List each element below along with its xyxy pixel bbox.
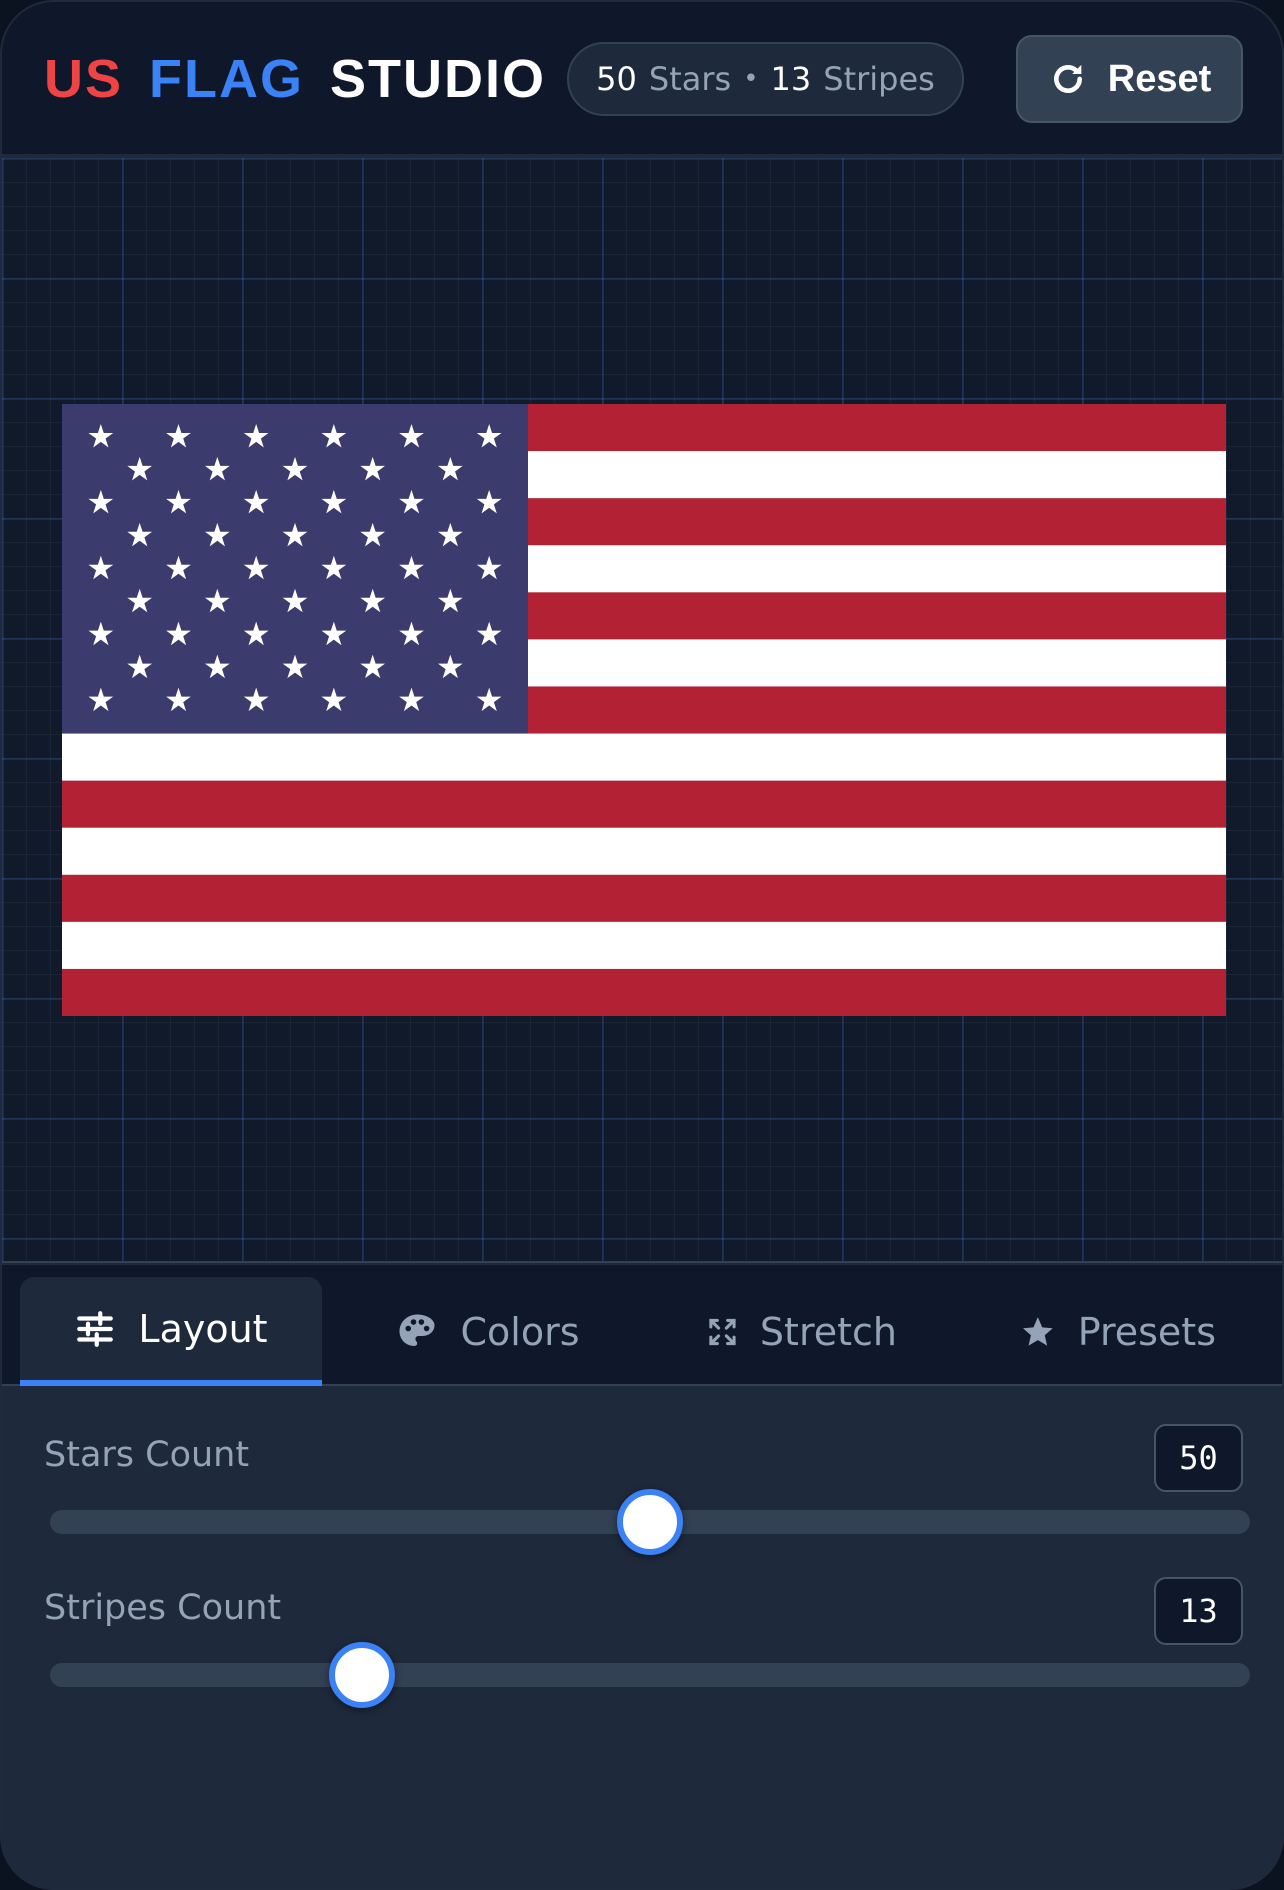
tab-layout[interactable]: Layout: [20, 1277, 322, 1386]
flag-stripe: [62, 780, 1226, 829]
reset-label: Reset: [1107, 57, 1212, 100]
stripes-slider-thumb[interactable]: [329, 1642, 395, 1708]
tab-bar: Layout Colors Stretch Presets: [2, 1265, 1282, 1386]
flag-stripe: [62, 827, 1226, 876]
stars-count-slider[interactable]: [50, 1489, 1250, 1555]
app-title: US FLAG STUDIO: [44, 44, 546, 114]
title-word-studio: STUDIO: [330, 49, 547, 109]
stripes-stat-label: Stripes: [823, 60, 935, 98]
stats-separator: •: [743, 64, 759, 94]
reset-button[interactable]: Reset: [1016, 35, 1243, 123]
title-word-us: US: [44, 49, 124, 109]
tab-stretch-label: Stretch: [759, 1309, 897, 1354]
app-window: US FLAG STUDIO 50 Stars • 13 Stripes Res…: [0, 0, 1284, 1890]
flag-stripe: [62, 921, 1226, 970]
stars-stat-value: 50: [596, 60, 637, 98]
tab-presets[interactable]: Presets: [1020, 1277, 1216, 1386]
header: US FLAG STUDIO 50 Stars • 13 Stripes Res…: [2, 2, 1282, 156]
tab-layout-label: Layout: [138, 1306, 268, 1351]
flag-stripe: [62, 733, 1226, 782]
stripes-stat-value: 13: [770, 60, 812, 98]
stars-count-value[interactable]: 50: [1154, 1424, 1243, 1492]
refresh-icon: [1053, 64, 1082, 93]
palette-icon: [399, 1314, 435, 1346]
expand-icon: [709, 1318, 736, 1345]
flag-stripe: [62, 968, 1226, 1016]
stripes-count-value[interactable]: 13: [1154, 1577, 1243, 1645]
tab-colors[interactable]: Colors: [394, 1277, 582, 1386]
stripes-count-slider[interactable]: [50, 1642, 1250, 1708]
sliders-icon: [77, 1310, 114, 1347]
stars-stat-label: Stars: [648, 60, 732, 98]
stars-slider-thumb[interactable]: [617, 1489, 683, 1555]
stars-count-label: Stars Count: [44, 1435, 250, 1475]
star-icon: [1022, 1316, 1053, 1346]
tab-colors-label: Colors: [460, 1309, 580, 1354]
us-flag[interactable]: [62, 404, 1226, 1016]
stats-badge: 50 Stars • 13 Stripes: [567, 42, 964, 116]
flag-stripe: [62, 874, 1226, 923]
flag-canton: [62, 404, 528, 734]
title-word-flag: FLAG: [149, 49, 304, 109]
tab-presets-label: Presets: [1077, 1309, 1216, 1354]
flag-canvas: [2, 158, 1282, 1263]
layout-controls: Stars Count 50 Stripes Count 13: [2, 1388, 1282, 1888]
stripes-count-label: Stripes Count: [44, 1588, 282, 1628]
tab-stretch[interactable]: Stretch: [707, 1277, 897, 1386]
